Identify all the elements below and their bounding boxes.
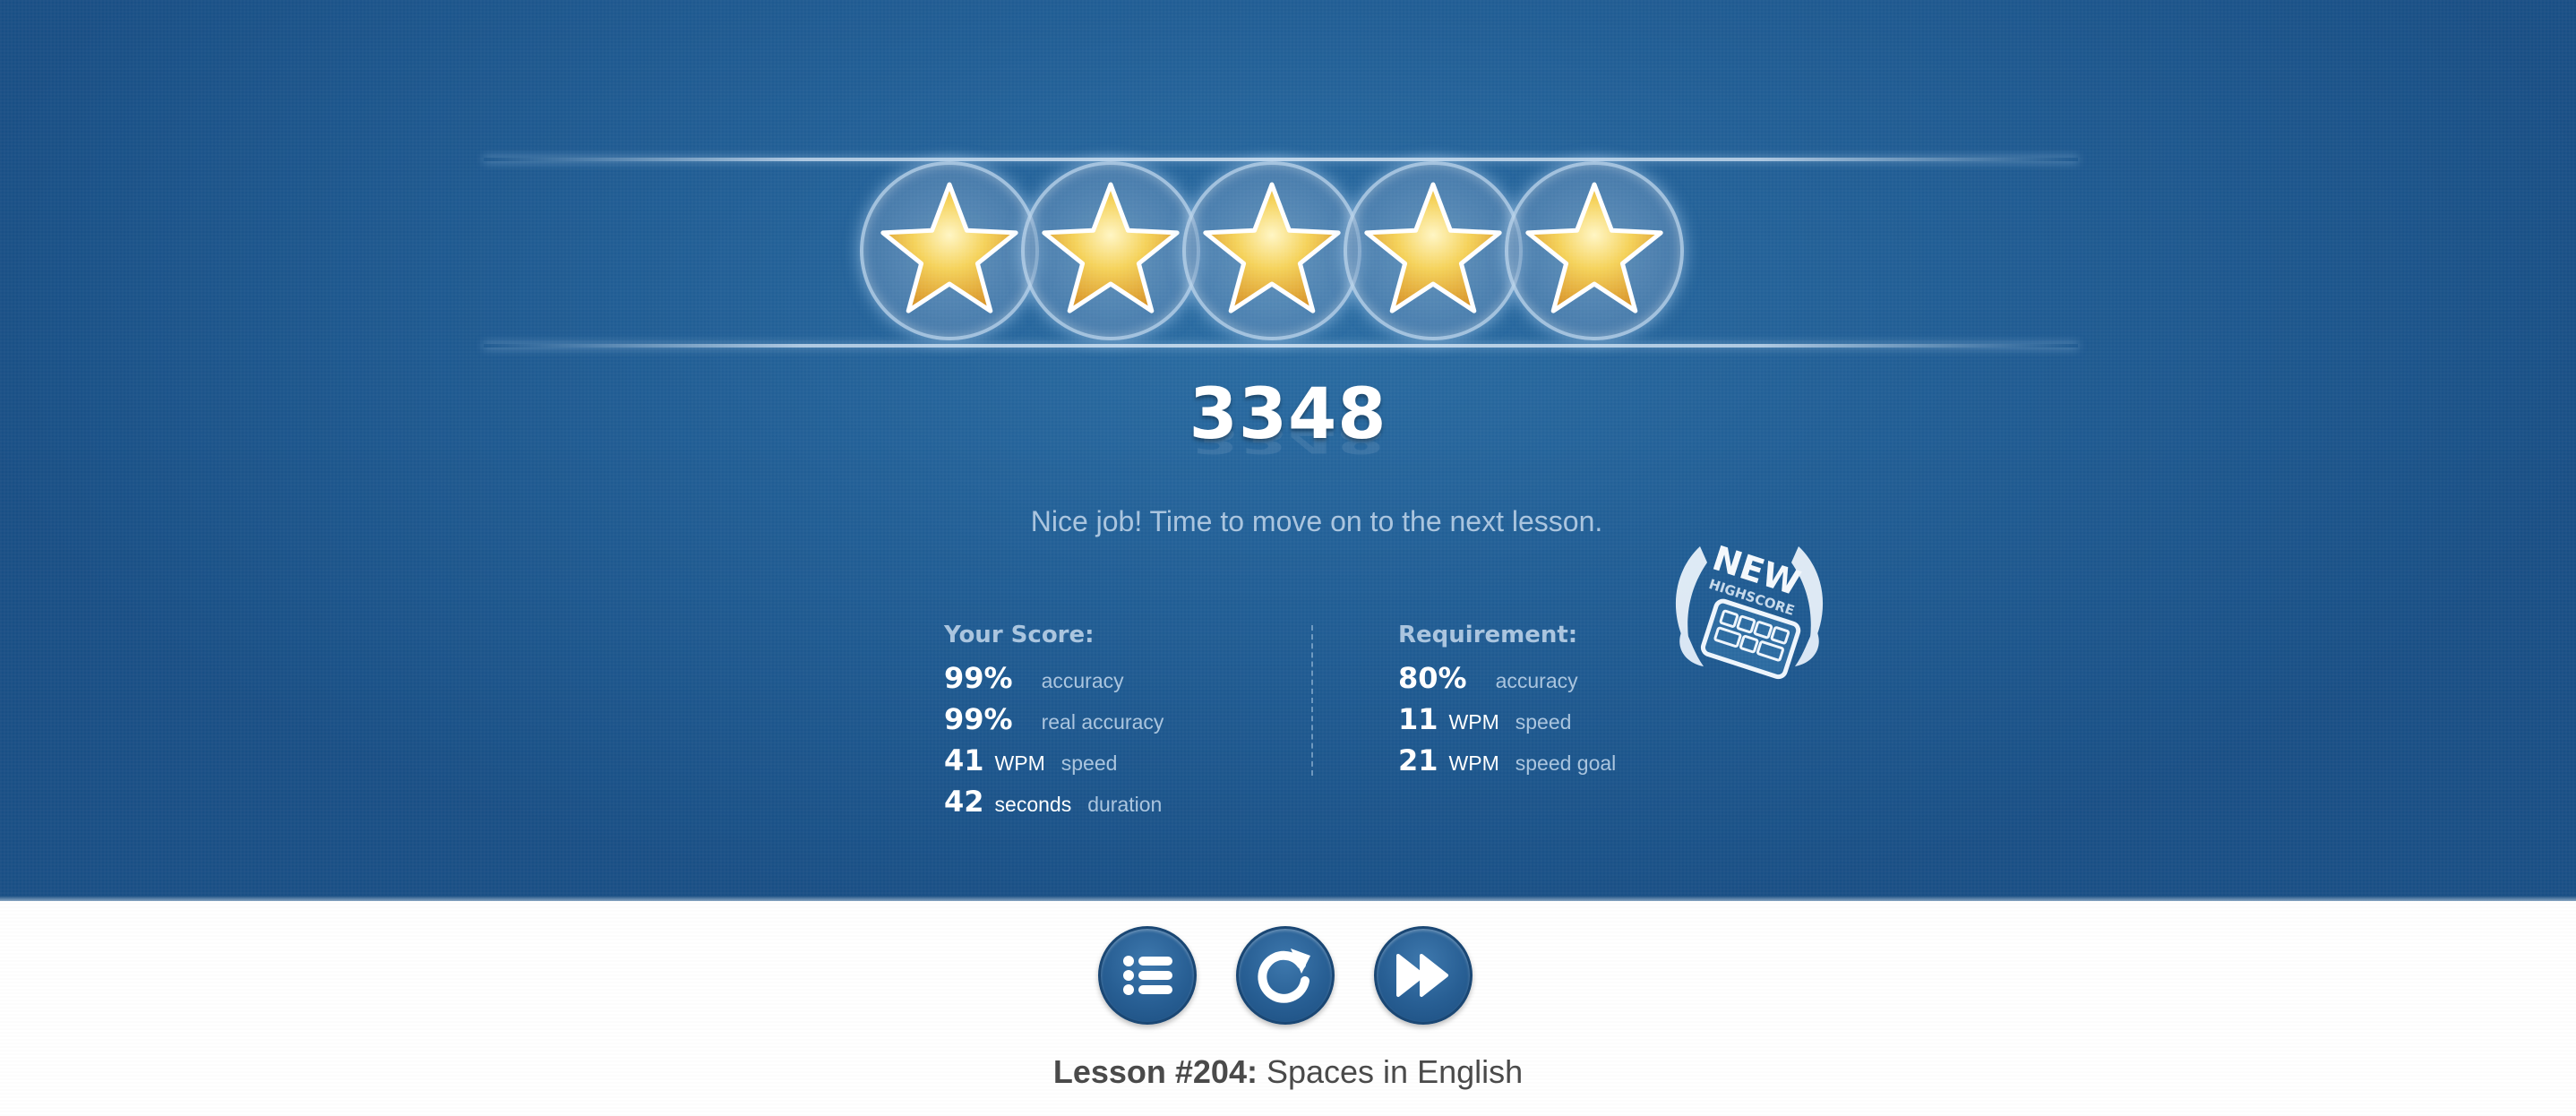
retry-icon — [1258, 949, 1310, 1003]
list-icon — [1123, 956, 1172, 995]
stat-row: 99% real accuracy — [944, 699, 1356, 740]
your-score-title: Your Score: — [944, 622, 1095, 648]
star-rating: 5 — [484, 143, 2078, 358]
stat-value: 41 — [944, 743, 984, 777]
star-badge — [1182, 161, 1361, 340]
stat-row: 11 WPM speed — [1398, 699, 1810, 740]
stat-value: 21 — [1398, 743, 1438, 777]
stat-value: 42 — [944, 785, 984, 819]
stat-row: 21 WPM speed goal — [1398, 740, 1810, 781]
stat-label: speed — [1515, 710, 1572, 734]
stat-label: duration — [1087, 793, 1163, 816]
next-lesson-button[interactable] — [1374, 926, 1473, 1025]
lesson-name: Spaces in English — [1257, 1053, 1524, 1090]
star-rail-bottom — [484, 344, 2078, 348]
star-filled-icon — [1042, 182, 1180, 313]
stat-value: 99% — [944, 661, 1013, 695]
stat-value: 99% — [944, 702, 1013, 736]
stat-label: speed — [1060, 751, 1118, 775]
stat-value: 80% — [1398, 661, 1467, 695]
star-badge — [860, 161, 1039, 340]
star-filled-icon — [1525, 182, 1663, 313]
stat-value: 11 — [1398, 702, 1438, 736]
star-row — [860, 161, 1720, 340]
lesson-title: Lesson #204: Spaces in English — [896, 1053, 1680, 1091]
stat-row: 99% accuracy — [944, 657, 1356, 699]
star-badge — [1505, 161, 1684, 340]
retry-button[interactable] — [1236, 926, 1335, 1025]
lesson-list-button[interactable] — [1098, 926, 1197, 1025]
star-filled-icon — [1364, 182, 1502, 313]
stat-unit: WPM — [1448, 710, 1499, 734]
stat-label: accuracy — [1495, 669, 1578, 692]
star-badge — [1344, 161, 1523, 340]
stat-label: accuracy — [1041, 669, 1124, 692]
stats-divider — [1311, 625, 1313, 776]
stat-label: real accuracy — [1041, 710, 1164, 734]
stat-row: 42 seconds duration — [944, 781, 1356, 822]
highscore-laurel-icon: NEW HIGHSCORE — [1675, 538, 1824, 680]
star-filled-icon — [880, 182, 1018, 313]
stat-label: speed goal — [1515, 751, 1617, 775]
score-value: 3348 — [1189, 374, 1387, 455]
lesson-number: Lesson #204: — [1052, 1053, 1258, 1090]
stat-unit: seconds — [994, 793, 1072, 816]
stat-row: 41 WPM speed — [944, 740, 1356, 781]
results-panel: 5 3348 3348 Nice job! Time to move on to… — [0, 0, 2576, 901]
new-highscore-badge: NEW HIGHSCORE — [1664, 519, 1834, 699]
star-filled-icon — [1203, 182, 1341, 313]
star-badge — [1021, 161, 1200, 340]
fast-forward-icon — [1396, 954, 1448, 997]
stat-unit: WPM — [1448, 751, 1499, 775]
stat-unit: WPM — [994, 751, 1045, 775]
your-score-section: Your Score: 99% accuracy 99% real accuracy… — [944, 622, 1356, 822]
stars-earned-value: 5 — [484, 143, 485, 144]
